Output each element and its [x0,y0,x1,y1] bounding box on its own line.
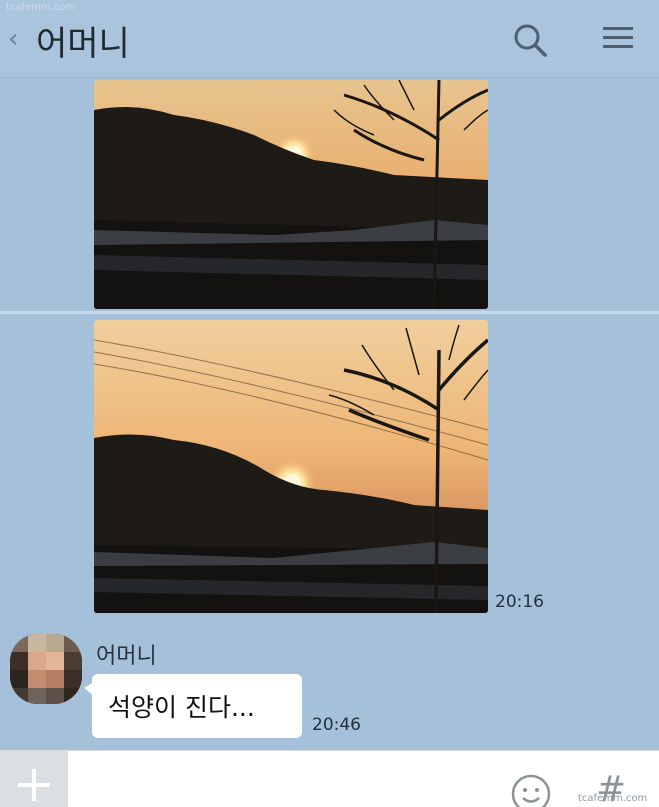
message-timestamp: 20:16 [495,592,544,612]
sender-name: 어머니 [96,644,157,669]
message-text: 석양이 진다... [108,693,255,722]
input-bar: # [0,750,659,807]
sunset-photo-1[interactable] [94,80,488,309]
watermark: tcafemm.com [578,793,648,804]
avatar[interactable] [10,634,82,704]
chat-title: 어머니 [36,24,130,64]
watermark: tcafemm.com [6,2,76,13]
divider [0,311,659,314]
message-input[interactable] [78,759,488,799]
hamburger-menu-icon[interactable] [600,22,636,54]
message-timestamp: 20:46 [312,715,361,735]
sunset-photo-2[interactable] [94,320,488,613]
plus-icon [18,769,50,801]
search-icon[interactable] [510,20,550,60]
plus-button[interactable] [0,751,68,807]
smiley-icon[interactable] [510,773,552,807]
chat-header: tcafemm.com ‹ 어머니 [0,0,659,78]
message-bubble[interactable]: 석양이 진다... [92,674,302,738]
chevron-left-icon[interactable]: ‹ [8,24,18,54]
